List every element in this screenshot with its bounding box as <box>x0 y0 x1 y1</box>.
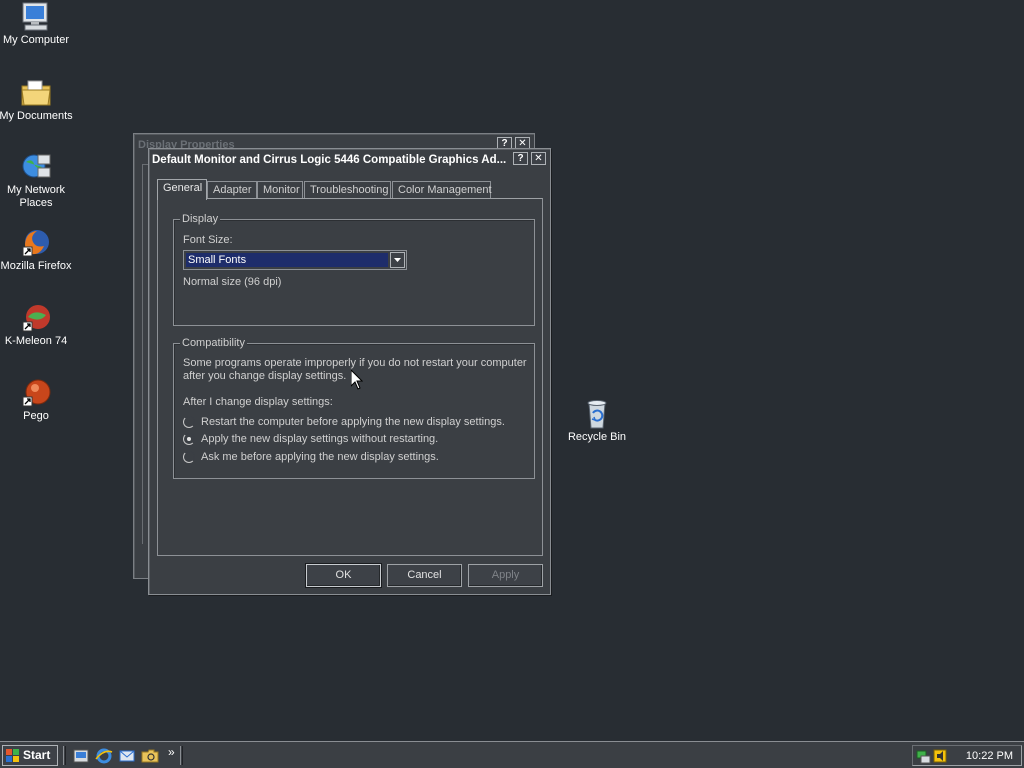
desktop-icon-label: Recycle Bin <box>567 431 627 443</box>
tab-adapter[interactable]: Adapter <box>207 181 257 199</box>
desktop-icon-my-network-places[interactable]: My Network Places <box>0 152 74 210</box>
windows-flag-icon <box>6 749 19 762</box>
tab-troubleshooting[interactable]: Troubleshooting <box>304 181 391 199</box>
chevron-down-icon <box>394 258 401 262</box>
system-tray: 10:22 PM <box>912 745 1022 766</box>
dropdown-arrow-button[interactable] <box>390 252 405 268</box>
network-tray-icon[interactable] <box>916 748 932 764</box>
close-button[interactable]: ✕ <box>531 152 546 165</box>
apply-button[interactable]: Apply <box>468 564 543 587</box>
ok-button[interactable]: OK <box>305 563 382 588</box>
mouse-cursor-icon <box>351 370 363 390</box>
font-size-label: Font Size: <box>183 234 233 246</box>
font-size-selected-value: Small Fonts <box>186 253 388 267</box>
cancel-button[interactable]: Cancel <box>387 564 462 587</box>
taskbar-separator <box>180 746 183 765</box>
radio-indicator <box>183 451 195 463</box>
desktop-icon-label: My Documents <box>0 110 73 122</box>
desktop-icon-recycle-bin[interactable]: Recycle Bin <box>559 399 635 444</box>
after-change-label: After I change display settings: <box>183 396 333 408</box>
desktop-icon-label: Pego <box>23 410 49 422</box>
desktop-icon-label: My Computer <box>2 34 70 46</box>
radio-label: Restart the computer before applying the… <box>201 416 505 428</box>
taskbar: Start » 10:22 PM <box>0 741 1024 768</box>
desktop-icon-my-computer[interactable]: My Computer <box>0 2 74 47</box>
desktop-icon-label: K-Meleon 74 <box>4 335 68 347</box>
firefox-icon <box>22 230 49 257</box>
pego-icon <box>22 379 51 407</box>
desktop-icon-k-meleon[interactable]: K-Meleon 74 <box>0 303 74 348</box>
outlook-express-icon[interactable] <box>118 747 136 765</box>
tab-color-management[interactable]: Color Management <box>392 181 492 199</box>
volume-tray-icon[interactable] <box>933 748 949 764</box>
desktop-icon-my-documents[interactable]: My Documents <box>0 78 74 123</box>
taskbar-separator <box>63 746 66 765</box>
desktop-icon-label: My Network Places <box>6 184 66 209</box>
quicklaunch-overflow-button[interactable]: » <box>168 745 175 759</box>
tab-general[interactable]: General <box>157 179 207 200</box>
compatibility-description-line1: Some programs operate improperly if you … <box>183 357 527 369</box>
show-desktop-icon[interactable] <box>72 747 90 765</box>
compatibility-group-legend: Compatibility <box>180 336 247 350</box>
desktop-icon-pego[interactable]: Pego <box>0 378 74 423</box>
radio-label: Apply the new display settings without r… <box>201 433 439 445</box>
radio-indicator <box>183 416 195 428</box>
radio-indicator-checked <box>183 433 195 445</box>
start-label: Start <box>23 748 51 762</box>
start-button[interactable]: Start <box>2 745 58 766</box>
network-icon <box>22 154 51 178</box>
desktop-icon-label: Mozilla Firefox <box>0 260 72 272</box>
monitor-properties-dialog[interactable]: Default Monitor and Cirrus Logic 5446 Co… <box>148 148 551 595</box>
display-group-legend: Display <box>180 212 221 226</box>
taskbar-clock: 10:22 PM <box>965 750 1013 762</box>
compatibility-group: Compatibility Some programs operate impr… <box>173 336 535 479</box>
windows-explorer-icon[interactable] <box>141 747 159 765</box>
radio-label: Ask me before applying the new display s… <box>201 451 439 463</box>
compatibility-description-line2: after you change display settings. <box>183 370 347 382</box>
internet-explorer-icon[interactable] <box>95 747 113 765</box>
tab-monitor[interactable]: Monitor <box>257 181 303 199</box>
dpi-text: Normal size (96 dpi) <box>183 276 282 288</box>
font-size-select[interactable]: Small Fonts <box>183 250 407 270</box>
folder-icon <box>21 80 51 106</box>
kmeleon-icon <box>22 305 50 332</box>
recycle-bin-icon <box>587 400 607 429</box>
display-group: Display Font Size: Small Fonts Normal si… <box>173 212 535 326</box>
general-tab-panel: Display Font Size: Small Fonts Normal si… <box>157 198 543 556</box>
computer-icon <box>22 2 48 31</box>
dialog-title: Default Monitor and Cirrus Logic 5446 Co… <box>152 154 507 166</box>
help-button[interactable]: ? <box>513 152 528 165</box>
desktop-icon-mozilla-firefox[interactable]: Mozilla Firefox <box>0 228 74 273</box>
